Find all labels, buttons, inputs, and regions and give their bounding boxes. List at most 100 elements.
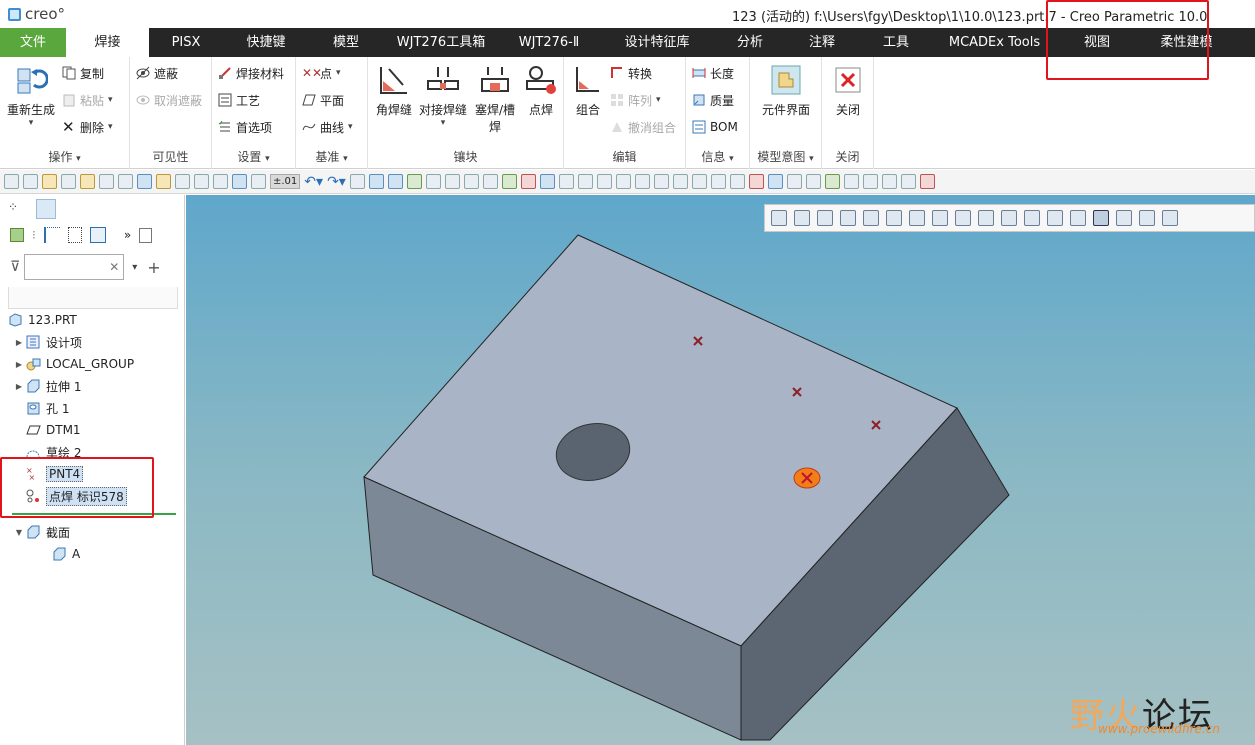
tree-item-design-items[interactable]: ▶ 设计项 bbox=[12, 331, 82, 353]
zoom-out-icon[interactable] bbox=[817, 210, 833, 226]
tab-analysis[interactable]: 分析 bbox=[715, 28, 785, 57]
layers-icon[interactable] bbox=[539, 174, 555, 189]
sort-icon[interactable] bbox=[786, 174, 802, 189]
hide-button[interactable]: 遮蔽 bbox=[136, 62, 178, 84]
expand-more-icon[interactable]: » bbox=[124, 228, 131, 242]
butt-weld-button[interactable]: 对接焊缝 ▾ bbox=[418, 59, 468, 128]
mesh-icon[interactable] bbox=[862, 174, 878, 189]
refit-icon[interactable] bbox=[771, 210, 787, 226]
box-icon[interactable] bbox=[232, 174, 247, 189]
ruler-icon[interactable] bbox=[672, 174, 688, 189]
tree-item-hole-1[interactable]: 孔 1 bbox=[26, 397, 69, 419]
globe-icon[interactable] bbox=[843, 174, 859, 189]
tree-list-icon[interactable] bbox=[43, 227, 60, 243]
tab-shortcuts[interactable]: 快捷键 bbox=[223, 28, 309, 57]
chart-icon[interactable] bbox=[653, 174, 669, 189]
length-button[interactable]: 长度 bbox=[692, 62, 734, 84]
group-title-info[interactable]: 信息 ▾ bbox=[686, 148, 749, 165]
link-icon[interactable] bbox=[425, 174, 441, 189]
point-display-icon[interactable] bbox=[1070, 210, 1086, 226]
sketch-icon[interactable] bbox=[577, 174, 593, 189]
move-icon[interactable] bbox=[213, 174, 228, 189]
section-view-icon[interactable] bbox=[955, 210, 971, 226]
save-backup-icon[interactable] bbox=[194, 174, 209, 189]
paste-button[interactable]: 粘贴 ▾ bbox=[62, 89, 113, 111]
csys-display-icon[interactable] bbox=[1116, 210, 1132, 226]
frame-icon[interactable] bbox=[881, 174, 897, 189]
spot-weld-button[interactable]: 点焊 bbox=[520, 59, 562, 118]
precision-button[interactable]: ±.01 bbox=[270, 174, 301, 189]
model-tree-tab[interactable]: ⁘ bbox=[8, 200, 26, 218]
tree-item-dtm1[interactable]: DTM1 bbox=[26, 419, 81, 441]
view-box-icon[interactable] bbox=[748, 174, 764, 189]
view-manager-icon[interactable] bbox=[932, 210, 948, 226]
save-icon[interactable] bbox=[137, 174, 152, 189]
tab-weld[interactable]: 焊接 bbox=[66, 28, 149, 57]
repaint-icon[interactable] bbox=[840, 210, 856, 226]
undo-icon[interactable]: ↶▾ bbox=[304, 174, 323, 190]
copy-button[interactable]: 复制 bbox=[62, 62, 104, 84]
wave-icon[interactable] bbox=[558, 174, 574, 189]
regenerate-button[interactable]: 重新生成 ▾ bbox=[4, 59, 58, 128]
tab-tools[interactable]: 工具 bbox=[859, 28, 933, 57]
clipboard-icon[interactable] bbox=[710, 174, 726, 189]
tree-item-root[interactable]: 123.PRT bbox=[8, 309, 77, 331]
part-model[interactable] bbox=[186, 195, 1255, 745]
collapse-arrow-icon[interactable]: ▼ bbox=[12, 528, 26, 537]
cube-icon[interactable] bbox=[368, 174, 384, 189]
mass-button[interactable]: 质量 bbox=[692, 89, 734, 111]
redo-icon[interactable]: ↷▾ bbox=[327, 174, 346, 190]
weld-display-icon[interactable] bbox=[1139, 210, 1155, 226]
regen-icon[interactable] bbox=[349, 174, 365, 189]
expand-arrow-icon[interactable]: ▶ bbox=[12, 360, 26, 369]
plug-slot-weld-button[interactable]: 塞焊/槽 焊 bbox=[470, 59, 520, 135]
sphere-icon[interactable] bbox=[406, 174, 422, 189]
graph-icon[interactable] bbox=[501, 174, 517, 189]
document-icon[interactable] bbox=[23, 174, 38, 189]
curve-tool-icon[interactable] bbox=[900, 174, 916, 189]
weld-material-button[interactable]: 焊接材料 bbox=[218, 62, 284, 84]
refresh-icon[interactable] bbox=[251, 174, 266, 189]
tree-item-a[interactable]: A bbox=[52, 543, 80, 565]
group-title-model-intent[interactable]: 模型意图 ▾ bbox=[750, 148, 821, 165]
save-copy-icon[interactable] bbox=[175, 174, 190, 189]
landscape-icon[interactable] bbox=[824, 174, 840, 189]
tab-annotate[interactable]: 注释 bbox=[785, 28, 859, 57]
process-button[interactable]: 工艺 bbox=[218, 89, 260, 111]
point-tool-icon[interactable] bbox=[919, 174, 935, 189]
pattern-button[interactable]: 阵列 ▾ bbox=[610, 89, 661, 111]
delete-button[interactable]: ✕ 删除 ▾ bbox=[62, 116, 113, 138]
copy-doc-icon[interactable] bbox=[42, 174, 57, 189]
expand-arrow-icon[interactable]: ▶ bbox=[12, 382, 26, 391]
tree-item-local-group[interactable]: ▶ LOCAL_GROUP bbox=[12, 353, 134, 375]
graphics-viewport[interactable] bbox=[186, 195, 1255, 745]
zoom-in-icon[interactable] bbox=[794, 210, 810, 226]
edit-icon[interactable] bbox=[118, 174, 133, 189]
new-icon[interactable] bbox=[4, 174, 19, 189]
bom-button[interactable]: BOM bbox=[692, 116, 738, 138]
tab-model[interactable]: 模型 bbox=[309, 28, 383, 57]
annotation-display-icon[interactable] bbox=[1001, 210, 1017, 226]
tree-item-section[interactable]: ▼ 截面 bbox=[12, 521, 70, 543]
point-tag-display-icon[interactable] bbox=[1093, 210, 1109, 226]
sketch2-icon[interactable] bbox=[596, 174, 612, 189]
axis-display-icon[interactable] bbox=[1047, 210, 1063, 226]
group-button[interactable]: 组合 bbox=[568, 59, 608, 118]
tab-wjt276-2[interactable]: WJT276-Ⅱ bbox=[499, 28, 599, 57]
search-input[interactable]: ✕ bbox=[24, 254, 125, 280]
tab-design-feature-lib[interactable]: 设计特征库 bbox=[599, 28, 715, 57]
perspective-icon[interactable] bbox=[863, 210, 879, 226]
fillet-weld-button[interactable]: 角焊缝 bbox=[372, 59, 416, 118]
tree-item-extrude-1[interactable]: ▶ 拉伸 1 bbox=[12, 375, 81, 397]
chevron-down-icon[interactable]: ▾ bbox=[132, 262, 137, 273]
ungroup-button[interactable]: 撤消组合 bbox=[610, 116, 676, 138]
saved-orientations-icon[interactable] bbox=[909, 210, 925, 226]
part-icon[interactable] bbox=[444, 174, 460, 189]
expand-arrow-icon[interactable]: ▶ bbox=[12, 338, 26, 347]
plane-display-icon[interactable] bbox=[1024, 210, 1040, 226]
book-icon[interactable] bbox=[767, 174, 783, 189]
close-button[interactable]: 关闭 bbox=[828, 59, 868, 118]
layer-tree-tab[interactable] bbox=[36, 199, 56, 219]
convert-button[interactable]: 转换 bbox=[610, 62, 652, 84]
unhide-button[interactable]: 取消遮蔽 bbox=[136, 89, 202, 111]
